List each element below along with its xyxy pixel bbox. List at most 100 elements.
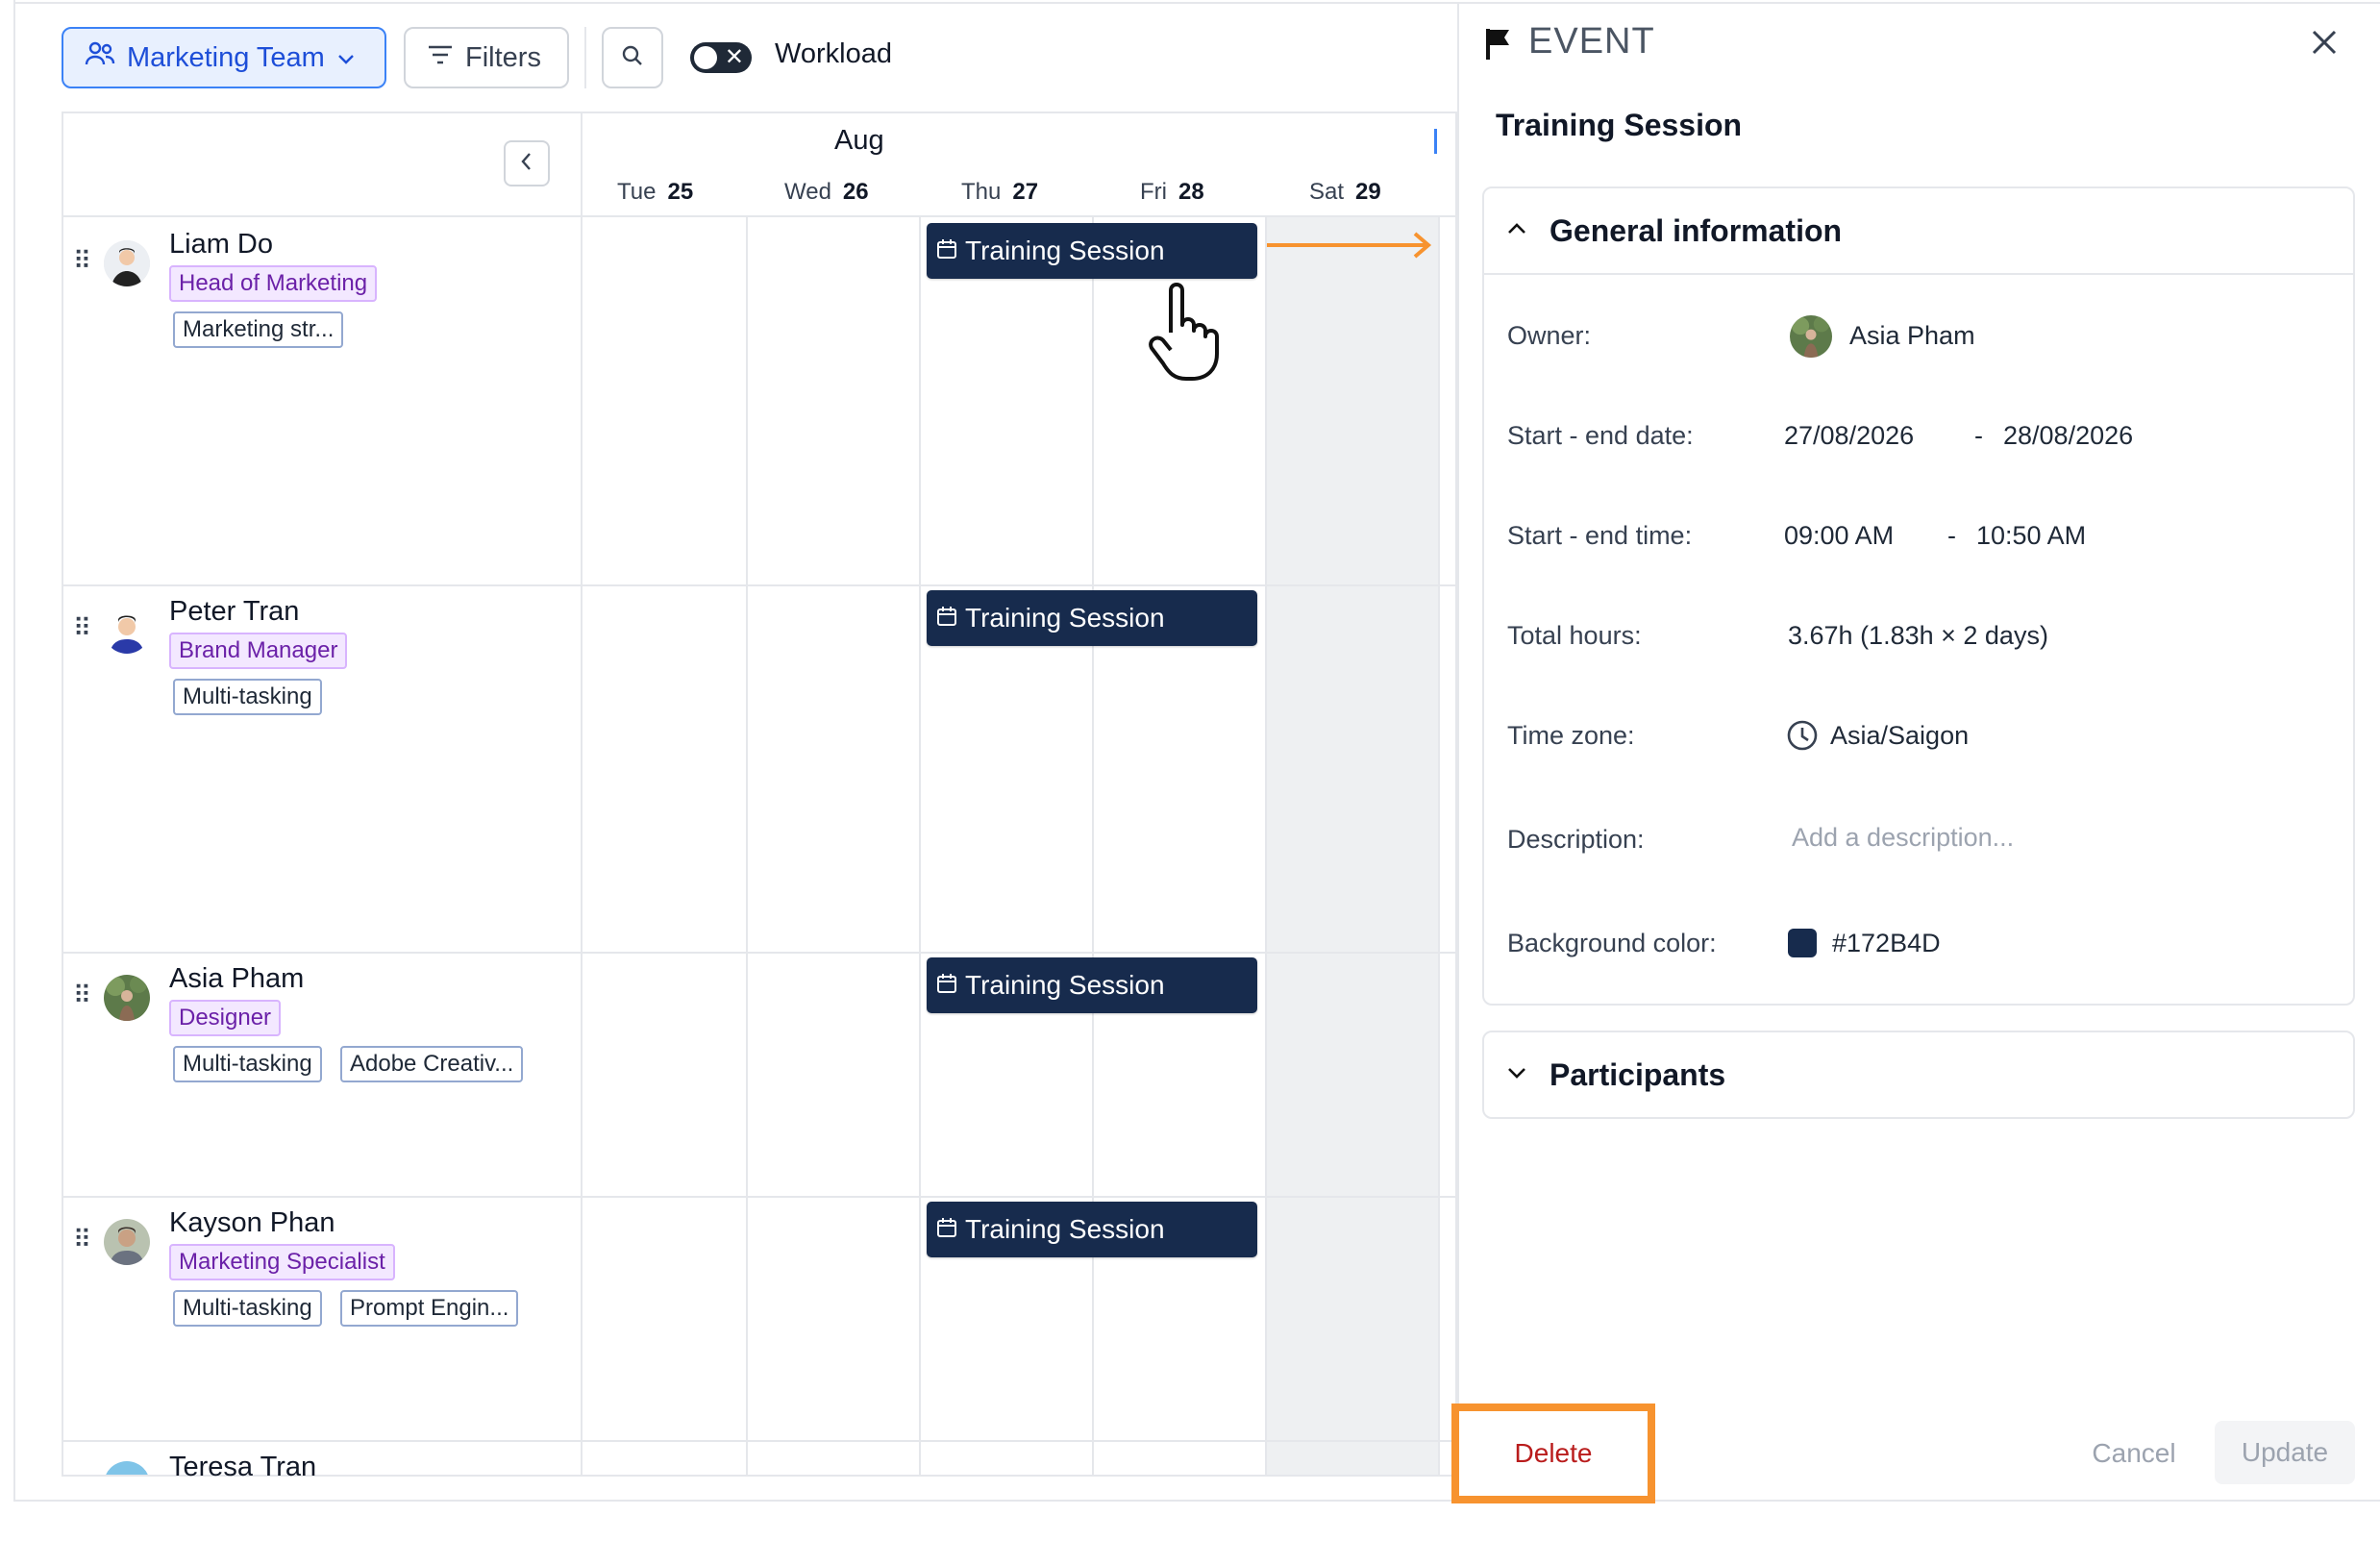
drag-handle-icon[interactable]: ⠿ [73, 615, 92, 640]
section-divider [1482, 273, 2355, 275]
avatar [104, 1219, 150, 1265]
start-end-date-label: Start - end date: [1507, 421, 1694, 450]
hand-cursor-icon [1142, 279, 1238, 386]
color-swatch[interactable] [1788, 929, 1817, 957]
day-header-sat: Sat 29 [1309, 179, 1381, 205]
event-title-heading: Training Session [1496, 108, 1743, 142]
skill-tag: Marketing str... [173, 311, 344, 348]
toggle-knob [694, 46, 717, 69]
participants-toggle[interactable]: Participants [1505, 1057, 1725, 1093]
description-label: Description: [1507, 825, 1645, 854]
total-hours-label: Total hours: [1507, 621, 1642, 650]
cancel-button[interactable]: Cancel [2078, 1423, 2190, 1484]
role-tag: Head of Marketing [169, 265, 378, 302]
search-button[interactable] [602, 27, 663, 88]
page-edge [13, 1500, 2380, 1502]
filters-button[interactable]: Filters [404, 27, 569, 88]
drag-handle-icon[interactable]: ⠿ [73, 982, 92, 1007]
person-name: Asia Pham [169, 963, 305, 994]
avatar [104, 975, 150, 1021]
skill-tag: Multi-tasking [173, 1290, 322, 1327]
general-information-section [1482, 186, 2355, 1006]
owner-value[interactable]: Asia Pham [1849, 321, 1975, 351]
event-bar[interactable]: Training Session [927, 223, 1257, 279]
row-divider [62, 584, 1457, 586]
filters-label: Filters [465, 41, 541, 73]
team-icon [85, 40, 115, 75]
avatar [104, 240, 150, 286]
event-bar[interactable]: Training Session [927, 590, 1257, 646]
calendar-icon [936, 603, 957, 633]
person-name: Peter Tran [169, 596, 300, 627]
skill-tag: Adobe Creativ... [340, 1046, 524, 1082]
event-bar[interactable]: Training Session [927, 957, 1257, 1013]
arrow-right-icon [1265, 231, 1436, 260]
workload-toggle[interactable]: ✕ [690, 42, 752, 73]
owner-label: Owner: [1507, 321, 1592, 350]
month-label: Aug [834, 125, 884, 156]
skill-tag: Multi-tasking [173, 1046, 322, 1082]
role-tag: Marketing Specialist [169, 1244, 395, 1280]
toolbar-divider [584, 27, 586, 88]
time-zone-label: Time zone: [1507, 721, 1635, 750]
role-tag: Designer [169, 1000, 282, 1036]
time-zone-value[interactable]: Asia/Saigon [1830, 721, 1969, 751]
page-edge [13, 0, 15, 1500]
clock-icon [1786, 719, 1819, 757]
close-button[interactable] [2303, 23, 2345, 65]
team-selector-button[interactable]: Marketing Team [62, 27, 386, 88]
general-information-toggle[interactable]: General information [1505, 213, 1842, 249]
chevron-left-icon [519, 151, 534, 177]
delete-button[interactable]: Delete [1451, 1404, 1655, 1503]
collapse-sidebar-button[interactable] [504, 140, 550, 186]
row-divider [62, 952, 1457, 954]
column-divider [746, 217, 748, 1477]
section-title: General information [1549, 213, 1843, 248]
person-name: Teresa Tran [169, 1452, 317, 1482]
toggle-off-icon: ✕ [724, 44, 744, 70]
day-header-wed: Wed 26 [784, 179, 869, 205]
end-time-input[interactable]: 10:50 AM [1976, 521, 2086, 551]
update-button[interactable]: Update [2215, 1421, 2355, 1484]
total-hours-value: 3.67h (1.83h × 2 days) [1788, 621, 2048, 650]
calendar-icon [936, 970, 957, 1001]
chevron-down-icon [336, 42, 356, 74]
description-input[interactable]: Add a description... [1792, 823, 2014, 853]
day-header-thu: Thu 27 [961, 179, 1039, 205]
start-time-input[interactable]: 09:00 AM [1784, 521, 1894, 551]
person-name: Kayson Phan [169, 1207, 335, 1238]
panel-kind-label: EVENT [1528, 21, 1655, 62]
event-title: Training Session [965, 1214, 1165, 1244]
close-icon [2310, 28, 2339, 62]
row-divider [62, 1196, 1457, 1198]
workload-label: Workload [775, 38, 892, 69]
skill-tag: Multi-tasking [173, 679, 322, 715]
drag-handle-icon[interactable]: ⠿ [73, 248, 92, 273]
skill-tag: Prompt Engin... [340, 1290, 519, 1327]
time-separator: - [1947, 521, 1956, 550]
event-title: Training Session [965, 236, 1165, 265]
avatar [104, 1461, 150, 1475]
avatar [104, 608, 150, 654]
event-bar[interactable]: Training Session [927, 1202, 1257, 1257]
end-date-input[interactable]: 28/08/2026 [2003, 421, 2133, 451]
section-title: Participants [1549, 1057, 1726, 1092]
start-date-input[interactable]: 27/08/2026 [1784, 421, 1914, 451]
chevron-up-icon [1505, 221, 1528, 241]
chevron-down-icon [1505, 1065, 1528, 1085]
flag-icon [1484, 27, 1513, 60]
drag-handle-icon[interactable]: ⠿ [73, 1227, 92, 1252]
row-divider [62, 1440, 1457, 1442]
owner-avatar [1790, 315, 1832, 358]
role-tag: Brand Manager [169, 633, 348, 669]
day-header-tue: Tue 25 [617, 179, 694, 205]
today-marker [1434, 129, 1437, 154]
column-divider [1092, 217, 1094, 1477]
event-title: Training Session [965, 970, 1165, 1000]
row-divider [62, 215, 1457, 217]
person-name: Liam Do [169, 229, 273, 260]
calendar-icon [936, 1214, 957, 1245]
background-color-value: #172B4D [1832, 929, 1941, 957]
column-divider [1265, 217, 1267, 1477]
column-divider [581, 112, 583, 1477]
